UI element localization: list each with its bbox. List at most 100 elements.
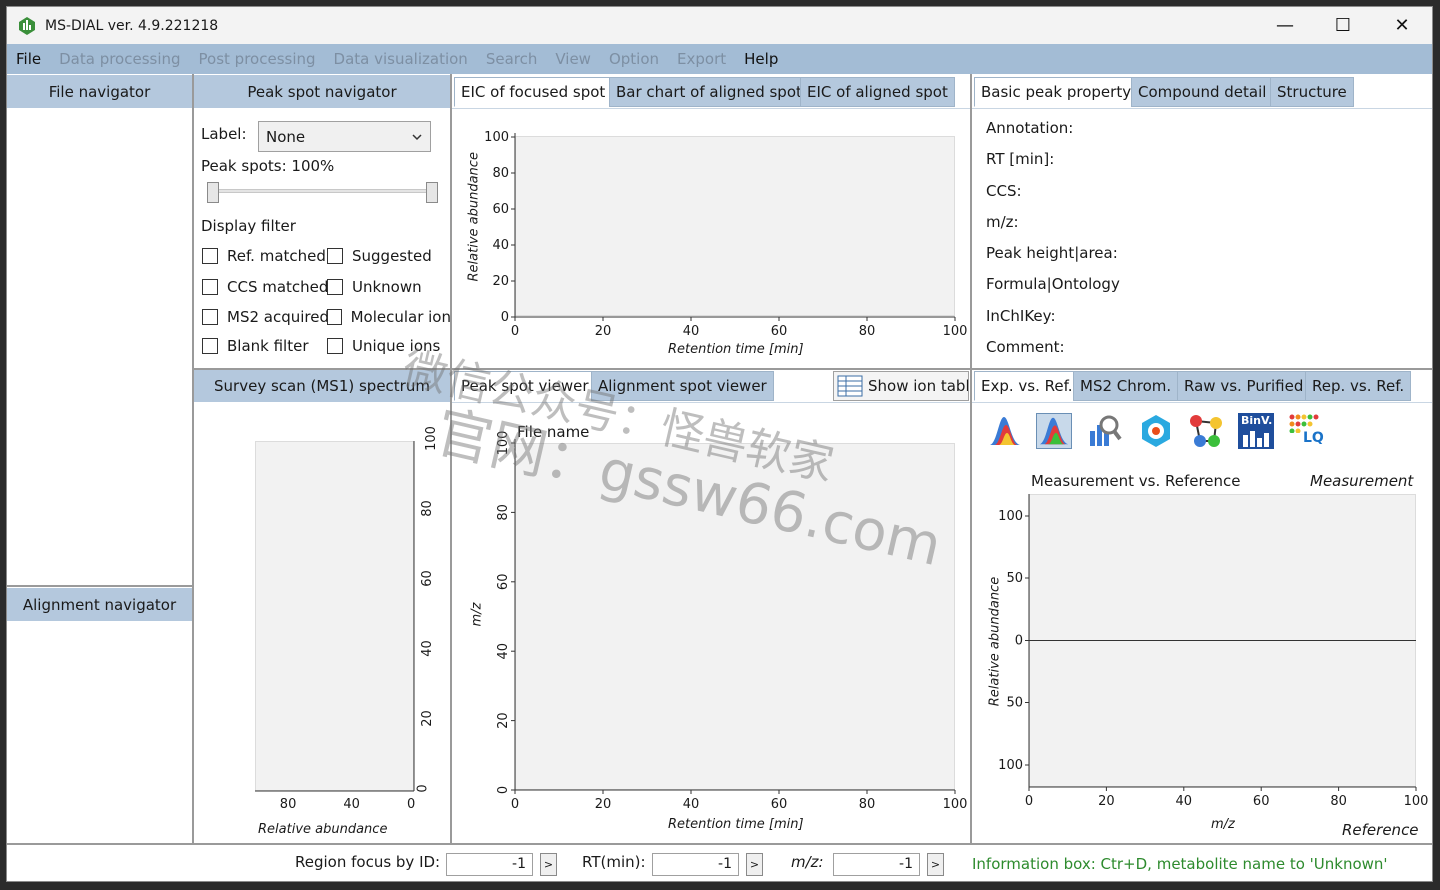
- tab-basic-peak-property[interactable]: Basic peak property: [974, 77, 1139, 107]
- tab-rep-vs-ref[interactable]: Rep. vs. Ref.: [1305, 371, 1412, 401]
- checkbox[interactable]: [202, 338, 218, 354]
- peak-spot-navigator-header: Peak spot navigator: [194, 75, 450, 108]
- minimize-button[interactable]: —: [1256, 7, 1314, 44]
- x-tick-label: 0: [511, 797, 519, 812]
- menu-file[interactable]: File: [7, 50, 50, 68]
- left-column-divider[interactable]: [192, 74, 194, 843]
- prop-ccs: CCS:: [986, 182, 1022, 200]
- ms2-chart: 100 50 0 50 100 0 20 40 60 80 100: [998, 494, 1429, 809]
- checkbox[interactable]: [327, 279, 343, 295]
- survey-x-tick-label: 0: [407, 797, 416, 812]
- menu-view[interactable]: View: [546, 50, 600, 68]
- region-focus-input[interactable]: -1: [446, 853, 533, 876]
- chevron-down-icon: [412, 134, 422, 141]
- filter-ref-matched[interactable]: Ref. matched: [202, 247, 326, 265]
- peak-spots-label: Peak spots: 100%: [201, 157, 335, 175]
- checkbox[interactable]: [327, 338, 343, 354]
- file-navigator-header: File navigator: [7, 75, 192, 108]
- tab-alignment-spot-viewer[interactable]: Alignment spot viewer: [591, 371, 774, 401]
- filter-ccs-matched[interactable]: CCS matched: [202, 278, 328, 296]
- filter-ms2-acquired[interactable]: MS2 acquired: [202, 308, 329, 326]
- slider-min-handle[interactable]: [207, 182, 219, 203]
- y-tick-label: 0: [496, 786, 511, 794]
- y-tick-label: 80: [492, 166, 509, 181]
- mz-input[interactable]: -1: [833, 853, 920, 876]
- x-tick-label: 20: [595, 797, 612, 812]
- filter-label: Unique ions: [352, 337, 441, 355]
- filter-unknown[interactable]: Unknown: [327, 278, 422, 296]
- ms2-y-label: Relative abundance: [987, 576, 1003, 707]
- peak-spots-slider-track[interactable]: [213, 189, 435, 193]
- alignment-navigator-panel[interactable]: [7, 621, 192, 843]
- information-box: Information box: Ctr+D, metabolite name …: [972, 855, 1388, 873]
- rt-input[interactable]: -1: [652, 853, 739, 876]
- tab-bar-chart-aligned-spot[interactable]: Bar chart of aligned spot: [609, 77, 809, 107]
- y-tick-label: 100: [484, 130, 509, 145]
- x-tick-label: 40: [683, 797, 700, 812]
- peak-spot-x-label: Retention time [min]: [668, 817, 804, 832]
- checkbox[interactable]: [202, 279, 218, 295]
- ms2-x-tick-label: 20: [1098, 794, 1115, 809]
- menu-post-processing[interactable]: Post processing: [190, 50, 325, 68]
- tab-eic-focused-spot[interactable]: EIC of focused spot: [454, 77, 613, 107]
- status-bar: Region focus by ID: -1 > RT(min): -1 > m…: [7, 843, 1432, 881]
- alignment-navigator-header: Alignment navigator: [7, 588, 192, 621]
- survey-scan-header: Survey scan (MS1) spectrum: [194, 370, 450, 402]
- tab-compound-detail[interactable]: Compound detail: [1131, 77, 1274, 107]
- x-tick-label: 80: [859, 324, 876, 339]
- tab-exp-vs-ref[interactable]: Exp. vs. Ref.: [974, 371, 1080, 401]
- region-focus-label: Region focus by ID:: [295, 853, 441, 871]
- checkbox[interactable]: [327, 248, 343, 264]
- ms2-x-tick-label: 100: [1404, 794, 1429, 809]
- tab-eic-aligned-spot[interactable]: EIC of aligned spot: [800, 77, 955, 107]
- menu-export[interactable]: Export: [668, 50, 735, 68]
- ms2-y-tick-label: 0: [1015, 634, 1023, 649]
- tab-peak-spot-viewer[interactable]: Peak spot viewer: [454, 371, 596, 401]
- show-ion-table-button[interactable]: Show ion table: [833, 371, 969, 401]
- survey-y-tick-label: 60: [419, 570, 435, 587]
- close-icon: ✕: [1394, 15, 1410, 36]
- tab-ms2-chrom[interactable]: MS2 Chrom.: [1073, 371, 1179, 401]
- survey-x-label: Relative abundance: [258, 822, 388, 837]
- y-tick-label: 40: [492, 238, 509, 253]
- y-tick-label: 60: [496, 574, 511, 591]
- filter-molecular-ion[interactable]: Molecular ion: [327, 308, 451, 326]
- ms2-y-tick-label: 50: [1006, 696, 1023, 711]
- prop-inchikey: InChIKey:: [986, 307, 1056, 325]
- checkbox[interactable]: [327, 309, 342, 325]
- prop-mz: m/z:: [986, 213, 1019, 231]
- menu-data-visualization[interactable]: Data visualization: [325, 50, 477, 68]
- filter-label: CCS matched: [227, 278, 329, 296]
- survey-y-tick-label: 20: [419, 710, 435, 727]
- filter-blank-filter[interactable]: Blank filter: [202, 337, 309, 355]
- checkbox[interactable]: [202, 309, 218, 325]
- left-splitter[interactable]: [7, 585, 193, 587]
- ms2-x-tick-label: 60: [1253, 794, 1270, 809]
- display-filter-label: Display filter: [201, 217, 296, 235]
- tab-structure[interactable]: Structure: [1270, 77, 1354, 107]
- menu-bar: File Data processing Post processing Dat…: [7, 44, 1432, 74]
- rt-go-button[interactable]: >: [746, 853, 763, 876]
- filter-suggested[interactable]: Suggested: [327, 247, 432, 265]
- maximize-button[interactable]: ☐: [1314, 7, 1372, 44]
- tab-raw-vs-purified[interactable]: Raw vs. Purified: [1177, 371, 1311, 401]
- filter-label: Suggested: [352, 247, 432, 265]
- checkbox[interactable]: [202, 248, 218, 264]
- x-tick-label: 60: [771, 324, 788, 339]
- menu-search[interactable]: Search: [477, 50, 547, 68]
- menu-help[interactable]: Help: [735, 50, 787, 68]
- close-button[interactable]: ✕: [1373, 7, 1431, 44]
- x-tick-label: 20: [595, 324, 612, 339]
- ms2-y-tick-label: 100: [998, 758, 1023, 773]
- ms2-x-tick-label: 0: [1025, 794, 1033, 809]
- mz-label: m/z:: [791, 853, 824, 871]
- mz-go-button[interactable]: >: [927, 853, 944, 876]
- region-focus-go-button[interactable]: >: [540, 853, 557, 876]
- menu-data-processing[interactable]: Data processing: [50, 50, 189, 68]
- file-navigator-panel[interactable]: [7, 108, 192, 586]
- filter-label: Ref. matched: [227, 247, 326, 265]
- slider-max-handle[interactable]: [426, 182, 438, 203]
- menu-option[interactable]: Option: [600, 50, 668, 68]
- filter-unique-ions[interactable]: Unique ions: [327, 337, 440, 355]
- label-dropdown[interactable]: None: [258, 121, 431, 152]
